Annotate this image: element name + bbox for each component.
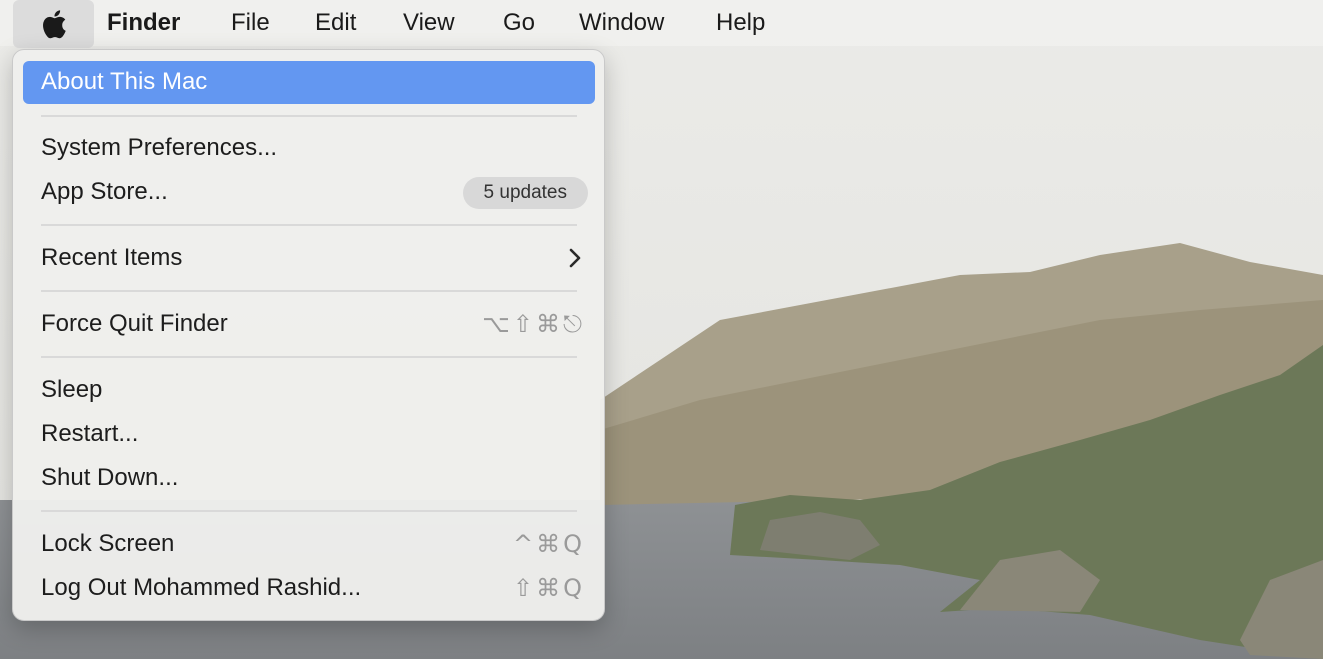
menu-item-sleep[interactable]: Sleep (23, 369, 595, 412)
menu-item-label: Sleep (41, 376, 103, 403)
keyboard-shortcut: ⇧⌘Q (513, 574, 585, 602)
menu-item-log-out[interactable]: Log Out Mohammed Rashid... ⇧⌘Q (23, 567, 595, 610)
menu-separator (41, 115, 577, 117)
menu-item-label: Shut Down... (41, 464, 179, 491)
keyboard-shortcut: ⌥⇧⌘⎋ (482, 310, 585, 338)
menubar-item-finder[interactable]: Finder (107, 9, 180, 37)
menu-item-recent-items[interactable]: Recent Items (23, 237, 595, 280)
menubar-item-file[interactable]: File (231, 9, 270, 37)
menu-bar: Finder File Edit View Go Window Help (0, 0, 1323, 48)
menu-item-label: App Store... (41, 178, 168, 205)
menu-separator (41, 290, 577, 292)
menubar-item-view[interactable]: View (403, 9, 455, 37)
menu-separator (41, 224, 577, 226)
menu-item-label: Recent Items (41, 244, 183, 271)
keyboard-shortcut: ^⌘Q (513, 530, 585, 558)
menubar-item-go[interactable]: Go (503, 9, 535, 37)
chevron-right-icon (569, 248, 581, 268)
menubar-item-edit[interactable]: Edit (315, 9, 356, 37)
menu-item-restart[interactable]: Restart... (23, 413, 595, 456)
menu-item-shut-down[interactable]: Shut Down... (23, 457, 595, 500)
menu-item-label: Restart... (41, 420, 139, 447)
menu-item-label: Lock Screen (41, 530, 175, 557)
menu-item-label: System Preferences... (41, 134, 278, 161)
menu-item-about-this-mac[interactable]: About This Mac (23, 61, 595, 104)
menubar-item-help[interactable]: Help (716, 9, 765, 37)
menubar-item-window[interactable]: Window (579, 9, 664, 37)
menu-item-label: Log Out Mohammed Rashid... (41, 574, 362, 601)
menu-separator (41, 356, 577, 358)
menu-item-lock-screen[interactable]: Lock Screen ^⌘Q (23, 523, 595, 566)
menu-item-label: Force Quit Finder (41, 310, 228, 337)
menu-item-app-store[interactable]: App Store... 5 updates (23, 171, 595, 214)
menu-item-force-quit[interactable]: Force Quit Finder ⌥⇧⌘⎋ (23, 303, 595, 346)
apple-menu-dropdown: About This Mac System Preferences... App… (12, 49, 605, 621)
updates-badge: 5 updates (462, 177, 588, 209)
apple-menu-button[interactable] (13, 0, 94, 48)
apple-logo-icon (43, 10, 66, 39)
menu-item-system-preferences[interactable]: System Preferences... (23, 127, 595, 170)
menu-item-label: About This Mac (41, 68, 208, 95)
menu-separator (41, 510, 577, 512)
